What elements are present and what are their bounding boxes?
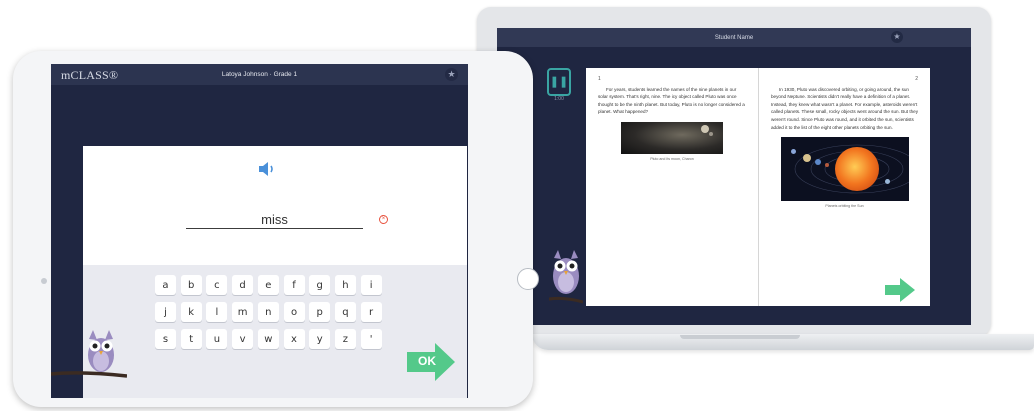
tablet-camera xyxy=(41,278,47,284)
key[interactable]: m xyxy=(232,302,254,322)
pause-icon[interactable]: ❚❚ xyxy=(547,68,571,96)
key[interactable]: p xyxy=(309,302,331,322)
pluto-image xyxy=(621,121,723,154)
speaker-icon[interactable] xyxy=(259,162,277,176)
key[interactable]: x xyxy=(283,329,305,349)
book-page-right: 2 In 1930, Pluto was discovered orbiting… xyxy=(758,68,930,306)
image-caption: Pluto and its moon, Charon xyxy=(650,156,694,161)
book-page-left: 1 For years, students learned the names … xyxy=(586,68,758,306)
key[interactable]: ' xyxy=(360,329,382,349)
laptop-notch xyxy=(680,335,800,339)
key[interactable]: v xyxy=(232,329,254,349)
owl-mascot xyxy=(549,250,583,304)
page-number: 1 xyxy=(598,76,601,82)
key[interactable]: w xyxy=(257,329,279,349)
key[interactable]: q xyxy=(334,302,356,322)
page-number: 2 xyxy=(915,76,918,82)
student-name-grade: Latoya Johnson · Grade 1 xyxy=(221,71,298,78)
laptop-header-title: Student Name xyxy=(714,34,754,41)
solar-system-image xyxy=(780,137,909,202)
spelling-input[interactable] xyxy=(186,210,363,229)
key[interactable]: a xyxy=(155,275,176,295)
page-text: In 1930, Pluto was discovered orbiting, … xyxy=(771,86,918,130)
key[interactable]: d xyxy=(232,275,254,295)
key[interactable]: l xyxy=(206,302,228,322)
ok-button-label: OK xyxy=(418,354,436,368)
key[interactable]: s xyxy=(155,329,176,349)
clear-icon[interactable]: × xyxy=(379,215,388,224)
next-arrow-icon[interactable] xyxy=(885,278,915,302)
key[interactable]: c xyxy=(206,275,228,295)
key[interactable]: f xyxy=(283,275,305,295)
key[interactable]: e xyxy=(257,275,279,295)
tablet-screen: Latoya Johnson · Grade 1 mCLASS® ★ × OK … xyxy=(51,64,468,398)
owl-mascot xyxy=(88,330,114,372)
laptop-screen: Student Name ★ ❚❚ 1:00 1 For years, stud… xyxy=(497,28,971,325)
letter-keyboard: OK a b c d e f g h i j k l m n o p q r s t u v w x y z ' xyxy=(83,265,467,398)
page-text: For years, students learned the names of… xyxy=(598,86,745,115)
key[interactable]: z xyxy=(334,329,356,349)
key[interactable]: j xyxy=(155,302,176,322)
key[interactable]: t xyxy=(180,329,202,349)
word-card: × xyxy=(83,146,467,265)
key[interactable]: k xyxy=(180,302,202,322)
image-caption: Planets orbiting the Sun xyxy=(825,204,864,209)
key[interactable]: r xyxy=(360,302,382,322)
key[interactable]: y xyxy=(309,329,331,349)
key[interactable]: i xyxy=(360,275,382,295)
tablet-home-button[interactable] xyxy=(517,268,539,290)
key[interactable]: o xyxy=(283,302,305,322)
key[interactable]: u xyxy=(206,329,228,349)
key[interactable]: h xyxy=(334,275,356,295)
mclass-logo: mCLASS® xyxy=(61,68,119,82)
key[interactable]: b xyxy=(180,275,202,295)
star-icon[interactable]: ★ xyxy=(891,31,903,43)
key[interactable]: n xyxy=(257,302,279,322)
star-icon[interactable]: ★ xyxy=(445,68,458,81)
key[interactable]: g xyxy=(309,275,331,295)
reading-timer: 1:00 xyxy=(554,96,564,102)
